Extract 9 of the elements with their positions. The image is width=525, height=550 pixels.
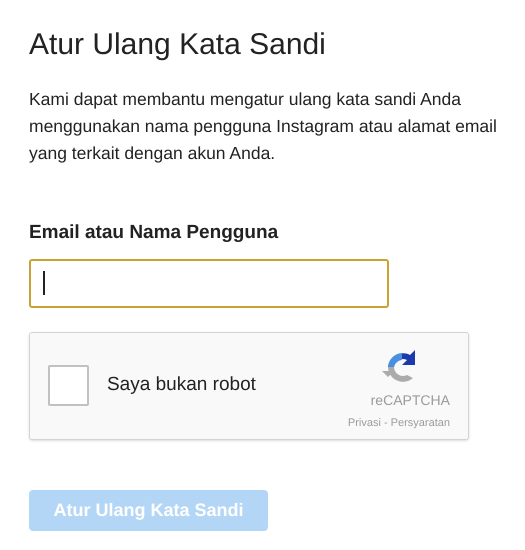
description-text: Kami dapat membantu mengatur ulang kata sandi Anda menggunakan nama pengguna Instagram atau alamat email yang terkait dengan akun Anda.: [29, 88, 498, 165]
captcha-links[interactable]: Privasi - Persyaratan: [348, 415, 450, 432]
field-label: Email atau Nama Pengguna: [29, 221, 278, 245]
captcha-brand: reCAPTCHA: [370, 391, 450, 410]
page-title: Atur Ulang Kata Sandi: [29, 27, 327, 63]
email-input-field[interactable]: [29, 258, 389, 308]
text-cursor-icon: [43, 271, 45, 295]
captcha-checkbox[interactable]: [48, 365, 89, 406]
captcha-label: Saya bukan robot: [107, 373, 256, 398]
